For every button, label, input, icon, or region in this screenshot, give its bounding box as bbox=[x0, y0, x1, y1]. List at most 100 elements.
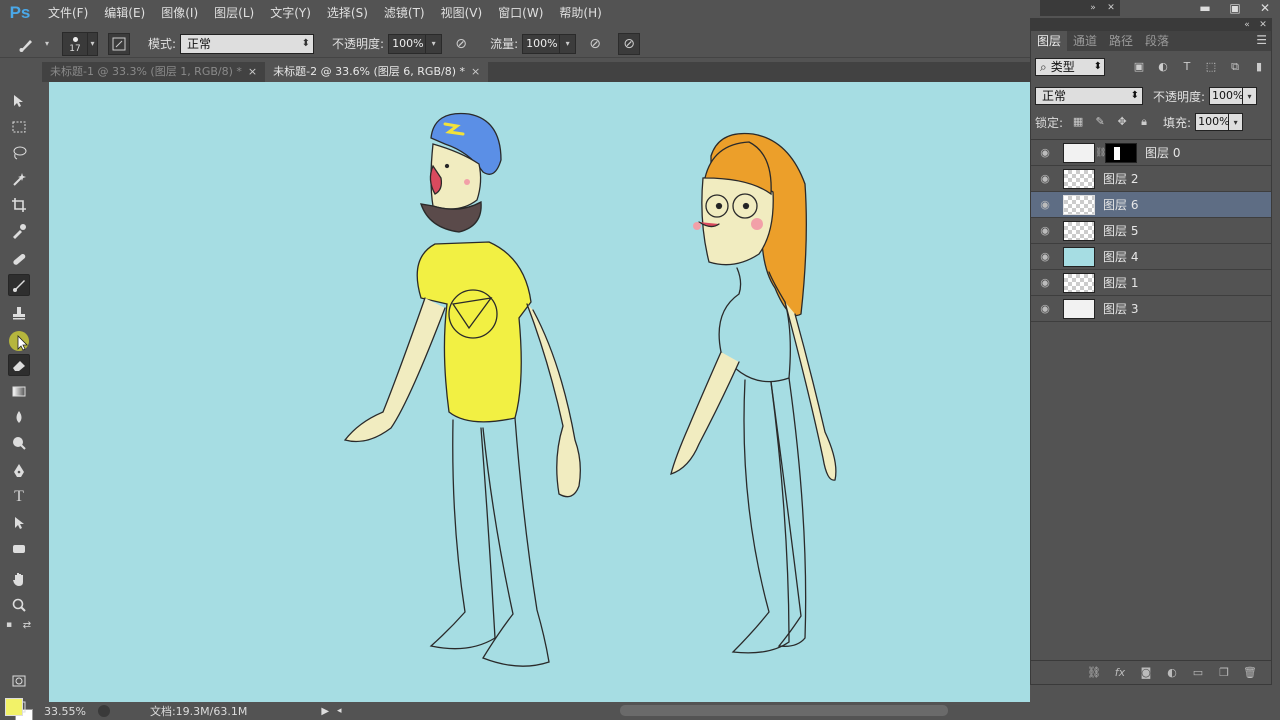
brush-panel-toggle-icon[interactable] bbox=[108, 32, 130, 55]
layer-name[interactable]: 图层 2 bbox=[1103, 170, 1138, 187]
new-layer-icon[interactable]: ❐ bbox=[1211, 666, 1237, 679]
document-canvas[interactable] bbox=[49, 82, 1030, 702]
fill-dropdown-icon[interactable]: ▾ bbox=[1229, 113, 1244, 131]
close-panel-icon[interactable]: ✕ bbox=[1102, 0, 1120, 16]
opacity-dropdown-icon[interactable]: ▾ bbox=[426, 33, 443, 54]
flow-input[interactable]: 100% bbox=[522, 33, 561, 54]
menu-window[interactable]: 窗口(W) bbox=[490, 0, 551, 26]
menu-layer[interactable]: 图层(L) bbox=[206, 0, 262, 26]
eyedropper-tool-icon[interactable] bbox=[8, 220, 30, 242]
menu-file[interactable]: 文件(F) bbox=[40, 0, 96, 26]
pressure-opacity-icon[interactable]: ⊘ bbox=[450, 33, 472, 55]
visibility-eye-icon[interactable]: ◉ bbox=[1031, 302, 1059, 315]
layer-opacity-input[interactable]: 100% bbox=[1209, 87, 1244, 105]
layer-row-1[interactable]: ◉ 图层 1 bbox=[1031, 270, 1271, 296]
flow-dropdown-icon[interactable]: ▾ bbox=[560, 33, 577, 54]
brush-tool-icon[interactable] bbox=[8, 274, 30, 296]
layer-name[interactable]: 图层 4 bbox=[1103, 248, 1138, 265]
filter-pixel-icon[interactable]: ▣ bbox=[1127, 60, 1151, 74]
visibility-eye-icon[interactable]: ◉ bbox=[1031, 146, 1059, 159]
layer-name[interactable]: 图层 0 bbox=[1145, 144, 1180, 161]
status-menu-arrow-icon[interactable]: ▶ bbox=[321, 706, 329, 717]
filter-adjustment-icon[interactable]: ◐ bbox=[1151, 60, 1175, 74]
layer-mask-thumbnail[interactable] bbox=[1105, 142, 1137, 163]
mask-link-icon[interactable]: ⛓ bbox=[1095, 148, 1106, 158]
tab-paragraph[interactable]: 段落 bbox=[1139, 31, 1175, 51]
menu-edit[interactable]: 编辑(E) bbox=[96, 0, 153, 26]
brush-tool-preset-icon[interactable] bbox=[16, 33, 38, 55]
type-tool-icon[interactable]: T bbox=[8, 486, 30, 508]
visibility-eye-icon[interactable]: ◉ bbox=[1031, 276, 1059, 289]
healing-brush-tool-icon[interactable] bbox=[8, 248, 30, 270]
blend-mode-select[interactable]: 正常 bbox=[1035, 87, 1143, 105]
layer-row-2[interactable]: ◉ 图层 2 bbox=[1031, 166, 1271, 192]
lasso-tool-icon[interactable] bbox=[8, 142, 30, 164]
layer-name[interactable]: 图层 1 bbox=[1103, 274, 1138, 291]
layer-row-5[interactable]: ◉ 图层 5 bbox=[1031, 218, 1271, 244]
menu-view[interactable]: 视图(V) bbox=[433, 0, 491, 26]
lock-all-icon[interactable]: 🔒︎ bbox=[1133, 115, 1155, 129]
pressure-size-icon[interactable]: ⊘ bbox=[618, 32, 641, 55]
menu-filter[interactable]: 滤镜(T) bbox=[376, 0, 433, 26]
layer-row-0[interactable]: ◉ ⛓ 图层 0 bbox=[1031, 140, 1271, 166]
lock-image-icon[interactable]: ✎ bbox=[1089, 115, 1111, 129]
brush-picker-dropdown-icon[interactable]: ▾ bbox=[88, 31, 98, 56]
path-selection-tool-icon[interactable] bbox=[8, 512, 30, 534]
expand-panels-icon[interactable]: » bbox=[1084, 0, 1102, 16]
tab-paths[interactable]: 路径 bbox=[1103, 31, 1139, 51]
gradient-tool-icon[interactable] bbox=[8, 380, 30, 402]
adjustment-layer-icon[interactable]: ◐ bbox=[1159, 666, 1185, 679]
mode-select[interactable]: 正常 bbox=[180, 33, 315, 54]
crop-tool-icon[interactable] bbox=[8, 194, 30, 216]
close-panel-icon[interactable]: ✕ bbox=[1255, 19, 1271, 31]
zoom-tool-icon[interactable] bbox=[8, 594, 30, 616]
horizontal-scrollbar[interactable] bbox=[620, 705, 948, 716]
visibility-eye-icon[interactable]: ◉ bbox=[1031, 198, 1059, 211]
clone-stamp-tool-icon[interactable] bbox=[8, 302, 30, 324]
magic-wand-tool-icon[interactable] bbox=[8, 168, 30, 190]
layer-name[interactable]: 图层 6 bbox=[1103, 196, 1138, 213]
restore-button[interactable]: ▣ bbox=[1220, 0, 1250, 16]
close-button[interactable]: ✕ bbox=[1250, 0, 1280, 16]
add-mask-icon[interactable]: ◙ bbox=[1133, 666, 1159, 679]
filter-type-icon[interactable]: T bbox=[1175, 60, 1199, 74]
tool-preset-dropdown-icon[interactable]: ▾ bbox=[42, 32, 52, 56]
filter-shape-icon[interactable]: ⬚ bbox=[1199, 60, 1223, 74]
zoom-level[interactable]: 33.55% bbox=[44, 705, 86, 718]
history-brush-tool-icon[interactable] bbox=[8, 330, 30, 352]
visibility-eye-icon[interactable]: ◉ bbox=[1031, 172, 1059, 185]
airbrush-icon[interactable]: ⊘ bbox=[584, 33, 606, 55]
collapse-panel-icon[interactable]: « bbox=[1239, 19, 1255, 31]
tab-close-icon[interactable]: × bbox=[471, 65, 480, 78]
fill-input[interactable]: 100% bbox=[1195, 113, 1230, 131]
document-tab-1[interactable]: 未标题-1 @ 33.3% (图层 1, RGB/8) * × bbox=[42, 62, 266, 82]
layer-name[interactable]: 图层 5 bbox=[1103, 222, 1138, 239]
scroll-left-icon[interactable]: ◂ bbox=[337, 706, 342, 716]
delete-layer-icon[interactable]: 🗑︎ bbox=[1237, 666, 1263, 679]
document-tab-2[interactable]: 未标题-2 @ 33.6% (图层 6, RGB/8) * × bbox=[265, 62, 489, 82]
layer-row-3[interactable]: ◉ 图层 3 bbox=[1031, 296, 1271, 322]
pen-tool-icon[interactable] bbox=[8, 460, 30, 482]
hand-tool-icon[interactable] bbox=[8, 568, 30, 590]
layer-row-6[interactable]: ◉ 图层 6 bbox=[1031, 192, 1271, 218]
layer-opacity-dropdown-icon[interactable]: ▾ bbox=[1243, 87, 1258, 105]
visibility-eye-icon[interactable]: ◉ bbox=[1031, 224, 1059, 237]
layer-style-fx-icon[interactable]: fx bbox=[1107, 666, 1133, 679]
blur-tool-icon[interactable] bbox=[8, 406, 30, 428]
status-info-icon[interactable] bbox=[97, 705, 110, 717]
layer-filter-select[interactable]: ⌕ 类型 bbox=[1035, 58, 1105, 76]
opacity-input[interactable]: 100% bbox=[388, 33, 427, 54]
lock-position-icon[interactable]: ✥ bbox=[1111, 115, 1133, 129]
tab-close-icon[interactable]: × bbox=[248, 65, 257, 78]
menu-select[interactable]: 选择(S) bbox=[319, 0, 376, 26]
layer-row-4[interactable]: ◉ 图层 4 bbox=[1031, 244, 1271, 270]
eraser-tool-icon[interactable] bbox=[8, 354, 30, 376]
link-layers-icon[interactable]: ⛓ bbox=[1081, 666, 1107, 679]
swap-colors-icon[interactable]: ⇄ bbox=[20, 618, 34, 632]
tab-channels[interactable]: 通道 bbox=[1067, 31, 1103, 51]
brush-size-preview[interactable]: 17 bbox=[62, 31, 88, 56]
panel-menu-icon[interactable]: ☰ bbox=[1256, 33, 1267, 47]
visibility-eye-icon[interactable]: ◉ bbox=[1031, 250, 1059, 263]
tab-layers[interactable]: 图层 bbox=[1031, 31, 1068, 51]
filter-smart-object-icon[interactable]: ⧉ bbox=[1223, 60, 1247, 74]
